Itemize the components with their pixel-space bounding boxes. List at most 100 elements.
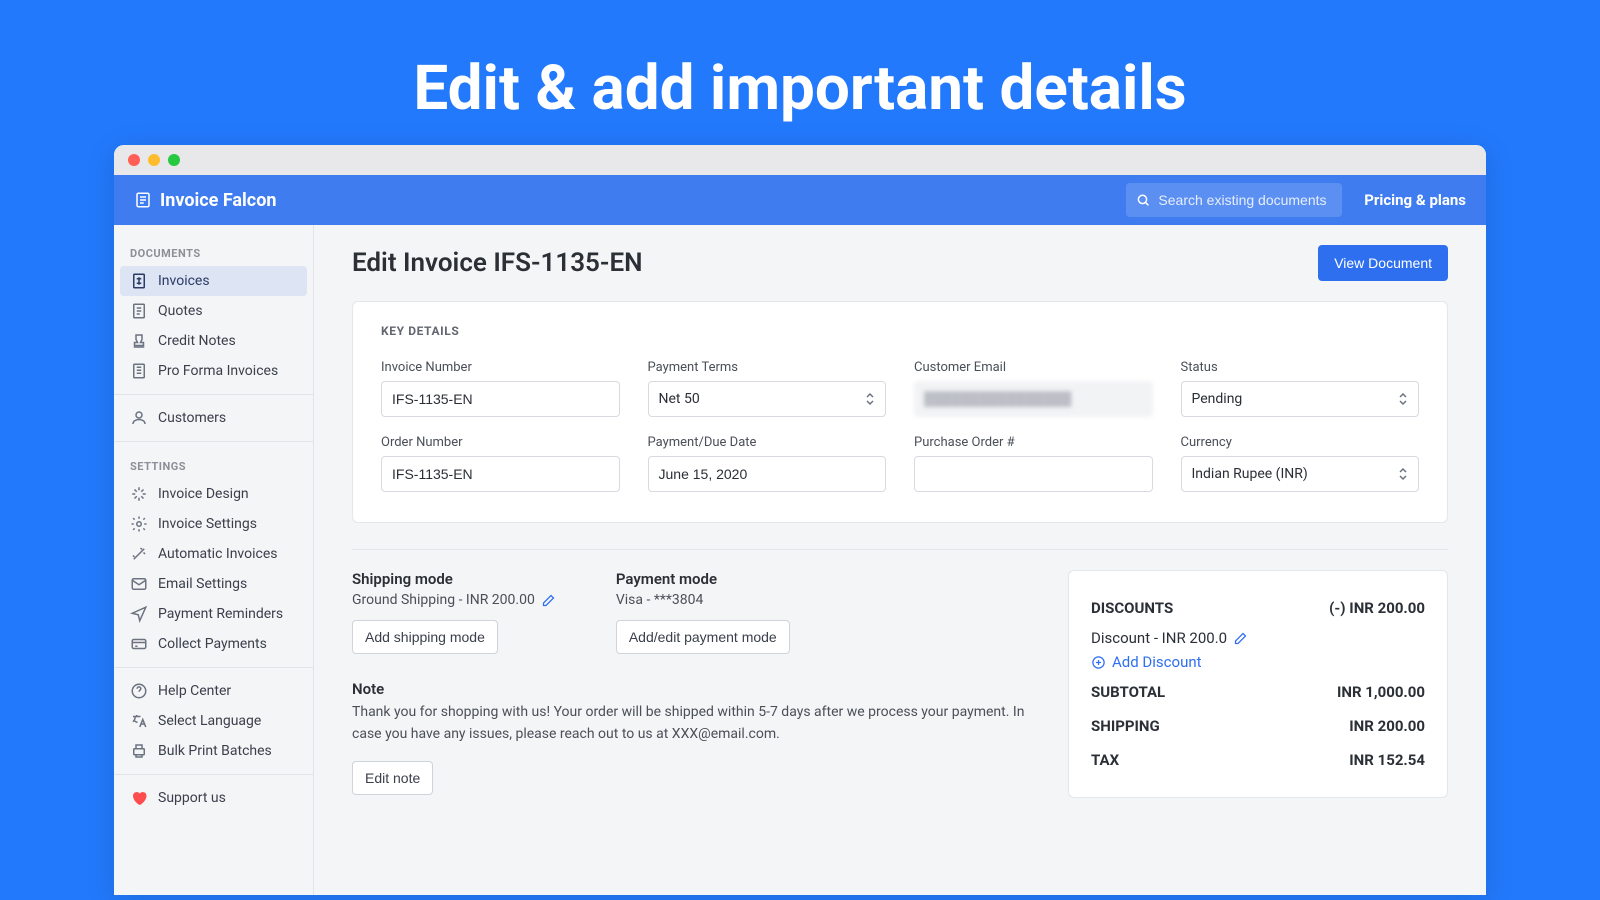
sidebar-item-settings[interactable]: Invoice Settings xyxy=(114,509,313,539)
divider xyxy=(352,549,1448,550)
shipping-label: SHIPPING xyxy=(1091,717,1160,735)
select-value: Net 50 xyxy=(659,391,700,407)
po-input[interactable] xyxy=(914,456,1153,492)
tax-label: TAX xyxy=(1091,751,1119,769)
sidebar-item-design[interactable]: Invoice Design xyxy=(114,479,313,509)
sparkle-icon xyxy=(130,485,148,503)
currency-select[interactable]: Indian Rupee (INR) xyxy=(1181,456,1420,492)
sidebar-item-label: Invoice Design xyxy=(158,486,249,502)
card-title: KEY DETAILS xyxy=(381,324,1419,338)
key-details-card: KEY DETAILS Invoice Number Payment Terms… xyxy=(352,301,1448,523)
sidebar-item-label: Pro Forma Invoices xyxy=(158,363,278,379)
stamp-icon xyxy=(130,332,148,350)
edit-icon[interactable] xyxy=(1233,631,1248,646)
sidebar-item-label: Email Settings xyxy=(158,576,247,592)
heart-icon xyxy=(130,789,148,807)
page-icon xyxy=(130,302,148,320)
add-shipping-button[interactable]: Add shipping mode xyxy=(352,620,498,654)
sidebar-item-label: Payment Reminders xyxy=(158,606,283,622)
sidebar-item-customers[interactable]: Customers xyxy=(114,403,313,433)
note-text: Thank you for shopping with us! Your ord… xyxy=(352,702,1028,745)
sidebar-item-label: Quotes xyxy=(158,303,203,319)
close-traffic-light[interactable] xyxy=(128,154,140,166)
payment-terms-select[interactable]: Net 50 xyxy=(648,381,887,417)
po-label: Purchase Order # xyxy=(914,435,1153,450)
currency-label: Currency xyxy=(1181,435,1420,450)
sidebar-item-support[interactable]: Support us xyxy=(114,783,313,813)
due-date-input[interactable] xyxy=(648,456,887,492)
summary-card: DISCOUNTS (-) INR 200.00 Discount - INR … xyxy=(1068,570,1448,798)
search-input[interactable] xyxy=(1158,192,1332,208)
discounts-label: DISCOUNTS xyxy=(1091,599,1173,617)
sidebar-item-invoices[interactable]: Invoices xyxy=(120,266,307,296)
main-content: Edit Invoice IFS-1135-EN View Document K… xyxy=(314,225,1486,895)
search-icon xyxy=(1136,192,1150,208)
updown-icon xyxy=(865,391,875,407)
search-box[interactable] xyxy=(1126,183,1342,217)
select-value: Pending xyxy=(1192,391,1243,407)
sidebar-settings-label: SETTINGS xyxy=(114,450,313,479)
fullscreen-traffic-light[interactable] xyxy=(168,154,180,166)
help-icon xyxy=(130,682,148,700)
edit-note-button[interactable]: Edit note xyxy=(352,761,433,795)
language-icon xyxy=(130,712,148,730)
sidebar-item-collect[interactable]: Collect Payments xyxy=(114,629,313,659)
sidebar-item-label: Invoices xyxy=(158,273,210,289)
select-value: Indian Rupee (INR) xyxy=(1192,466,1308,482)
sidebar-item-automatic[interactable]: Automatic Invoices xyxy=(114,539,313,569)
sidebar-item-label: Invoice Settings xyxy=(158,516,257,532)
sidebar-item-label: Automatic Invoices xyxy=(158,546,277,562)
printer-icon xyxy=(130,742,148,760)
sidebar-item-language[interactable]: Select Language xyxy=(114,706,313,736)
customer-email-blurred: ████████████████ xyxy=(914,381,1153,417)
shipping-mode-label: Shipping mode xyxy=(352,570,556,588)
edit-icon[interactable] xyxy=(541,593,556,608)
sidebar-item-label: Bulk Print Batches xyxy=(158,743,272,759)
payment-terms-label: Payment Terms xyxy=(648,360,887,375)
updown-icon xyxy=(1398,466,1408,482)
sidebar-item-quotes[interactable]: Quotes xyxy=(114,296,313,326)
status-select[interactable]: Pending xyxy=(1181,381,1420,417)
customer-email-label: Customer Email xyxy=(914,360,1153,375)
sidebar-item-label: Support us xyxy=(158,790,226,806)
send-icon xyxy=(130,605,148,623)
wand-icon xyxy=(130,545,148,563)
list-icon xyxy=(130,362,148,380)
order-number-label: Order Number xyxy=(381,435,620,450)
gear-icon xyxy=(130,515,148,533)
page-title: Edit Invoice IFS-1135-EN xyxy=(352,248,643,278)
sidebar-item-proforma[interactable]: Pro Forma Invoices xyxy=(114,356,313,386)
sidebar-item-help[interactable]: Help Center xyxy=(114,676,313,706)
add-discount-label: Add Discount xyxy=(1112,653,1202,671)
payment-mode-value: Visa - ***3804 xyxy=(616,592,704,608)
sidebar-item-credit-notes[interactable]: Credit Notes xyxy=(114,326,313,356)
mail-icon xyxy=(130,575,148,593)
shipping-mode-value: Ground Shipping - INR 200.00 xyxy=(352,592,535,608)
sidebar-item-label: Help Center xyxy=(158,683,231,699)
edit-payment-button[interactable]: Add/edit payment mode xyxy=(616,620,790,654)
invoice-number-input[interactable] xyxy=(381,381,620,417)
topbar: Invoice Falcon Pricing & plans xyxy=(114,175,1486,225)
sidebar-item-bulk-print[interactable]: Bulk Print Batches xyxy=(114,736,313,766)
sidebar-documents-label: DOCUMENTS xyxy=(114,237,313,266)
person-icon xyxy=(130,409,148,427)
plus-circle-icon xyxy=(1091,655,1106,670)
sidebar: DOCUMENTS Invoices Quotes Credit Notes P… xyxy=(114,225,314,895)
add-discount-button[interactable]: Add Discount xyxy=(1091,653,1425,675)
subtotal-value: INR 1,000.00 xyxy=(1337,683,1425,701)
document-icon xyxy=(134,191,152,209)
view-document-button[interactable]: View Document xyxy=(1318,245,1448,281)
subtotal-label: SUBTOTAL xyxy=(1091,683,1165,701)
status-label: Status xyxy=(1181,360,1420,375)
order-number-input[interactable] xyxy=(381,456,620,492)
invoice-number-label: Invoice Number xyxy=(381,360,620,375)
sidebar-item-reminders[interactable]: Payment Reminders xyxy=(114,599,313,629)
shipping-value: INR 200.00 xyxy=(1349,717,1425,735)
sidebar-item-email[interactable]: Email Settings xyxy=(114,569,313,599)
pricing-link[interactable]: Pricing & plans xyxy=(1364,191,1466,209)
brand-name: Invoice Falcon xyxy=(160,190,276,211)
sidebar-item-label: Customers xyxy=(158,410,226,426)
minimize-traffic-light[interactable] xyxy=(148,154,160,166)
tax-value: INR 152.54 xyxy=(1349,751,1425,769)
card-icon xyxy=(130,635,148,653)
